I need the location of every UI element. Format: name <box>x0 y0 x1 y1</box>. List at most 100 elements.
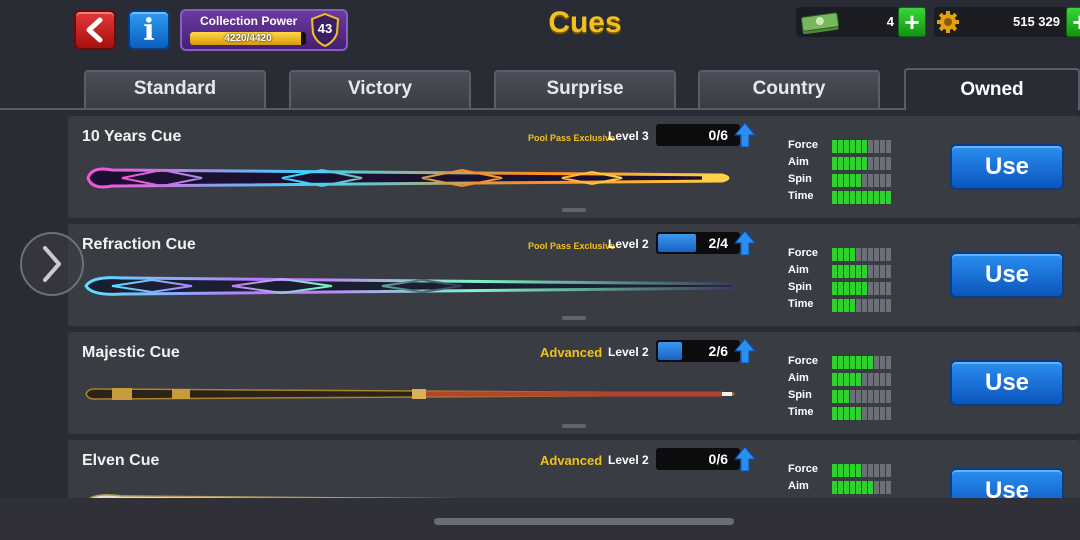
scroll-left-button[interactable] <box>20 232 84 296</box>
upgrade-arrow-icon[interactable] <box>734 230 756 256</box>
expand-handle[interactable] <box>562 208 586 212</box>
stat-pip <box>832 356 837 369</box>
stat-label-aim: Aim <box>788 480 809 492</box>
stat-pip <box>832 390 837 403</box>
use-button[interactable]: Use <box>950 144 1064 190</box>
collection-level-value: 43 <box>317 21 333 36</box>
tab-owned[interactable]: Owned <box>904 68 1080 110</box>
stat-pip <box>832 299 837 312</box>
category-tabs: Standard Victory Surprise Country Owned <box>0 68 1080 110</box>
stat-pip <box>868 191 873 204</box>
cue-stats: Force Aim Spin Time <box>788 354 908 422</box>
stat-label-spin: Spin <box>788 389 812 401</box>
upgrade-progress: 0/6 <box>656 124 740 146</box>
stat-pip <box>874 299 879 312</box>
stat-pip <box>856 464 861 477</box>
cue-name: 10 Years Cue <box>82 128 182 145</box>
stat-pip <box>850 157 855 170</box>
stat-pip <box>862 407 867 420</box>
stat-pip <box>838 191 843 204</box>
stat-pip <box>886 407 891 420</box>
collection-power-label: Collection Power <box>200 14 298 28</box>
cue-image <box>86 167 730 189</box>
stat-label-spin: Spin <box>788 281 812 293</box>
stat-pip <box>874 356 879 369</box>
upgrade-arrow-icon[interactable] <box>734 122 756 148</box>
stat-pip <box>850 191 855 204</box>
cue-image <box>85 388 735 400</box>
plus-icon: + <box>1072 9 1080 35</box>
info-button[interactable]: i <box>128 10 170 50</box>
collection-level-badge: 43 <box>310 12 340 48</box>
stat-label-force: Force <box>788 139 818 151</box>
stat-pip <box>868 481 873 494</box>
stat-pip <box>862 282 867 295</box>
stat-pip <box>862 481 867 494</box>
stat-pip <box>886 356 891 369</box>
use-button[interactable]: Use <box>950 468 1064 498</box>
stat-pip <box>838 265 843 278</box>
expand-handle[interactable] <box>562 316 586 320</box>
cue-level: Level 2 <box>608 453 649 467</box>
stat-pip <box>874 481 879 494</box>
stat-pip <box>832 407 837 420</box>
home-indicator[interactable] <box>434 518 734 525</box>
stat-pip <box>886 140 891 153</box>
stat-pip <box>856 356 861 369</box>
use-button[interactable]: Use <box>950 360 1064 406</box>
stat-pip <box>832 265 837 278</box>
stat-pip <box>886 174 891 187</box>
stat-pip <box>838 390 843 403</box>
stat-pip <box>868 248 873 261</box>
stat-pip <box>844 407 849 420</box>
stat-pip <box>886 464 891 477</box>
upgrade-progress: 0/6 <box>656 448 740 470</box>
upgrade-arrow-icon[interactable] <box>734 338 756 364</box>
stat-pip <box>862 265 867 278</box>
stat-pip <box>868 265 873 278</box>
tab-country[interactable]: Country <box>698 70 880 108</box>
stat-pip <box>874 265 879 278</box>
stat-pip <box>856 157 861 170</box>
info-icon: i <box>143 12 155 48</box>
cue-card: Majestic Cue Advanced Level 2 2/6 Force … <box>68 332 1080 434</box>
stat-bar-force <box>832 356 891 369</box>
stat-pip <box>868 373 873 386</box>
collection-power-panel[interactable]: Collection Power 4220/4420 43 <box>180 9 348 51</box>
tab-standard[interactable]: Standard <box>84 70 266 108</box>
cue-list[interactable]: 10 Years Cue Pool Pass Exclusive Level 3… <box>0 110 1080 498</box>
stat-pip <box>850 140 855 153</box>
back-arrow-icon <box>86 17 103 43</box>
stat-pip <box>874 390 879 403</box>
stat-pip <box>838 373 843 386</box>
stat-pip <box>832 191 837 204</box>
tab-surprise[interactable]: Surprise <box>494 70 676 108</box>
stat-label-time: Time <box>788 190 814 202</box>
add-coins-button[interactable]: + <box>1066 7 1080 37</box>
cash-balance: 4 + <box>796 7 926 37</box>
stat-bar-spin <box>832 390 891 403</box>
stat-pip <box>880 390 885 403</box>
upgrade-arrow-icon[interactable] <box>734 446 756 472</box>
stat-pip <box>832 373 837 386</box>
back-button[interactable] <box>74 10 116 50</box>
add-cash-button[interactable]: + <box>898 7 926 37</box>
stat-pip <box>856 407 861 420</box>
cash-stack-icon <box>800 12 840 34</box>
cue-stats: Force Aim Spin Time <box>788 462 908 498</box>
stat-pip <box>862 299 867 312</box>
cue-image <box>89 494 458 498</box>
expand-handle[interactable] <box>562 424 586 428</box>
stat-bar-spin <box>832 174 891 187</box>
stat-pip <box>856 299 861 312</box>
stat-pip <box>850 464 855 477</box>
stat-pip <box>844 373 849 386</box>
stat-pip <box>880 464 885 477</box>
stat-pip <box>838 299 843 312</box>
use-button[interactable]: Use <box>950 252 1064 298</box>
stat-pip <box>880 174 885 187</box>
tab-victory[interactable]: Victory <box>289 70 471 108</box>
stat-pip <box>856 248 861 261</box>
upgrade-progress: 2/6 <box>656 340 740 362</box>
stat-pip <box>868 464 873 477</box>
